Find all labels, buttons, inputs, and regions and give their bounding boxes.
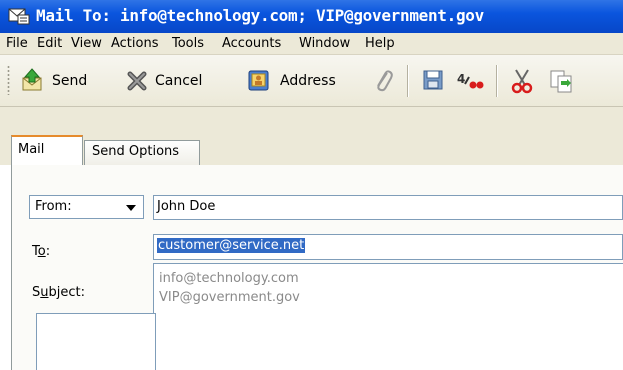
cut-button[interactable] [506, 68, 536, 94]
title-bar[interactable]: Mail To: info@technology.com; VIP@govern… [0, 0, 623, 33]
send-button[interactable]: Send [16, 68, 120, 94]
from-field-value: John Doe [157, 199, 216, 214]
cancel-button-label: Cancel [155, 73, 203, 89]
address-book-icon [248, 70, 269, 91]
save-button[interactable] [418, 68, 448, 94]
tab-send-options-label: Send Options [92, 144, 180, 159]
tab-mail-label: Mail [18, 142, 45, 157]
address-button[interactable]: Address [242, 68, 360, 94]
menu-bar: File Edit View Actions Tools Accounts Wi… [0, 33, 623, 55]
address-button-label: Address [280, 73, 336, 89]
spell-check-button[interactable]: 4 [452, 68, 486, 94]
menu-window[interactable]: Window [299, 36, 350, 51]
tab-mail[interactable]: Mail [11, 135, 83, 165]
toolbar-separator [407, 65, 409, 97]
menu-edit[interactable]: Edit [37, 36, 62, 51]
send-button-label: Send [52, 73, 88, 89]
from-field[interactable]: John Doe [153, 195, 623, 220]
to-field-value: customer@service.net [157, 238, 306, 253]
message-body[interactable] [36, 313, 156, 370]
svg-text:4: 4 [457, 72, 465, 86]
save-floppy-icon [423, 70, 443, 90]
toolbar-separator [496, 65, 498, 97]
to-field[interactable]: customer@service.net [153, 234, 623, 260]
tab-send-options[interactable]: Send Options [84, 140, 200, 165]
menu-actions[interactable]: Actions [111, 36, 159, 51]
menu-accounts[interactable]: Accounts [222, 36, 281, 51]
from-select-label: From: [35, 199, 72, 214]
cancel-x-icon [127, 71, 147, 91]
chevron-down-icon [126, 205, 136, 211]
subject-label: Subject: [32, 285, 86, 300]
menu-help[interactable]: Help [365, 36, 395, 51]
window-title: Mail To: info@technology.com; VIP@govern… [36, 6, 484, 25]
autocomplete-option[interactable]: info@technology.com [159, 271, 299, 286]
menu-view[interactable]: View [71, 36, 102, 51]
attach-button[interactable] [368, 68, 398, 94]
menu-file[interactable]: File [6, 36, 28, 51]
send-icon [22, 68, 42, 91]
autocomplete-dropdown: info@technology.com VIP@government.gov [153, 263, 623, 370]
paperclip-icon [377, 70, 393, 92]
copy-button[interactable] [547, 68, 577, 94]
copy-document-icon [550, 70, 572, 93]
from-select[interactable]: From: [29, 195, 144, 219]
mail-envelope-icon [8, 8, 30, 25]
toolbar-grip[interactable] [7, 65, 10, 95]
to-label: To: [32, 244, 51, 259]
autocomplete-option[interactable]: VIP@government.gov [159, 290, 300, 305]
menu-tools[interactable]: Tools [172, 36, 204, 51]
scissors-icon [511, 69, 533, 94]
spell-check-icon: 4 [457, 72, 484, 89]
tab-strip: Mail Send Options [0, 107, 623, 165]
cancel-button[interactable]: Cancel [120, 68, 236, 94]
toolbar: Send Cancel Address 4 [0, 55, 623, 107]
